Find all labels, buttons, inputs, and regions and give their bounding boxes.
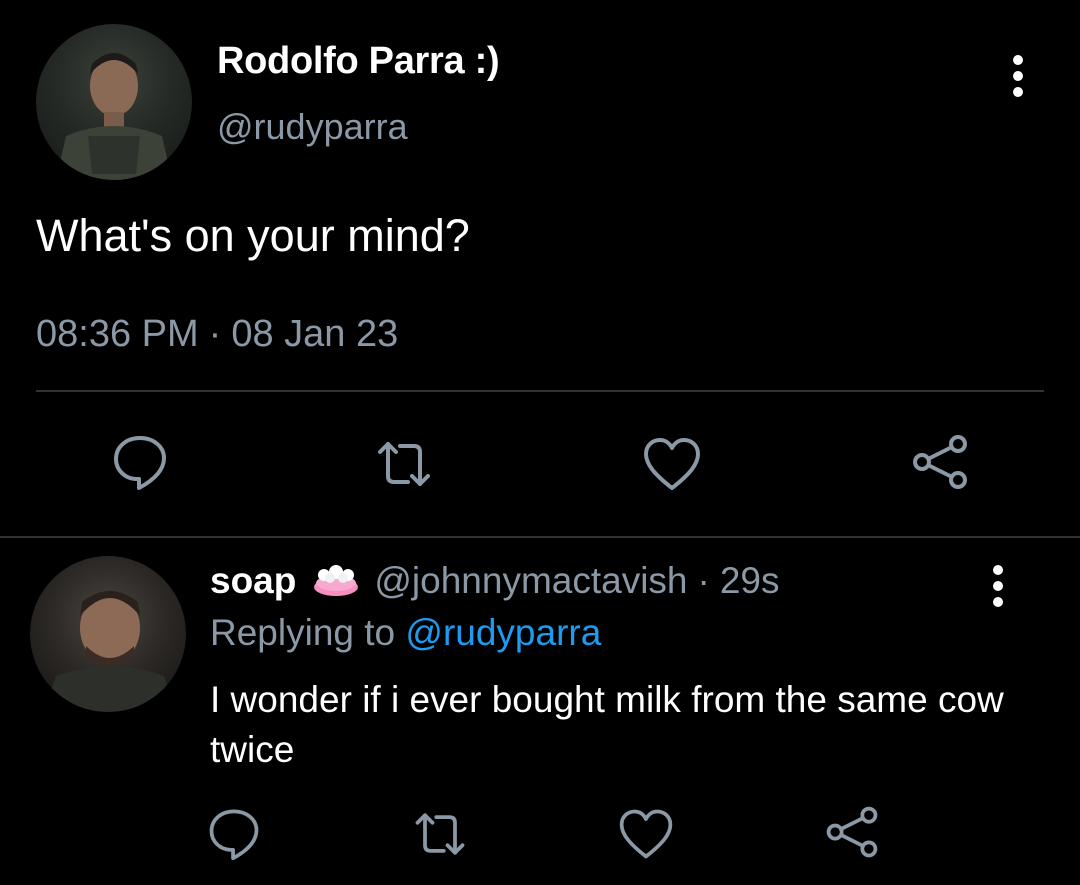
- reply-reply-icon[interactable]: [204, 802, 264, 862]
- reply-more-options-icon[interactable]: [980, 562, 1016, 610]
- reply-text: I wonder if i ever bought milk from the …: [210, 679, 1004, 770]
- reply-retweet-icon[interactable]: [410, 804, 470, 864]
- reply-author-avatar[interactable]: [30, 556, 186, 712]
- tweet-time: 08:36 PM: [36, 313, 199, 355]
- timestamp-separator: ·: [208, 313, 222, 355]
- replying-to-link[interactable]: @rudyparra: [405, 612, 601, 653]
- reply-handle[interactable]: @johnnymactavish: [374, 560, 687, 602]
- tweet-timestamp: 08:36 PM · 08 Jan 23: [36, 313, 398, 356]
- reply-share-icon[interactable]: [822, 802, 882, 862]
- author-avatar[interactable]: [36, 24, 192, 180]
- divider: [36, 390, 1044, 392]
- soap-emoji-icon: [310, 563, 362, 599]
- author-avatar-image: [56, 53, 172, 180]
- reply-separator: ·: [697, 560, 710, 601]
- retweet-icon[interactable]: [372, 432, 436, 496]
- replying-to-prefix: Replying to: [210, 612, 396, 653]
- reply-display-name[interactable]: soap: [210, 560, 296, 602]
- reply-time: 29s: [719, 560, 780, 601]
- author-handle[interactable]: @rudyparra: [217, 106, 408, 148]
- replying-to: Replying to @rudyparra: [210, 612, 601, 654]
- heart-icon[interactable]: [640, 432, 704, 496]
- reply-heart-icon[interactable]: [616, 804, 676, 864]
- tweet-date: 08 Jan 23: [231, 313, 399, 355]
- tweet-text: What's on your mind?: [36, 210, 470, 261]
- more-options-icon[interactable]: [1000, 52, 1036, 100]
- section-divider: [0, 536, 1080, 538]
- reply-icon[interactable]: [108, 428, 172, 492]
- author-display-name[interactable]: Rodolfo Parra :): [217, 40, 500, 83]
- reply-avatar-image: [44, 591, 176, 712]
- reply-header: soap @johnnymactavish · 29s: [210, 560, 780, 602]
- share-icon[interactable]: [908, 430, 972, 494]
